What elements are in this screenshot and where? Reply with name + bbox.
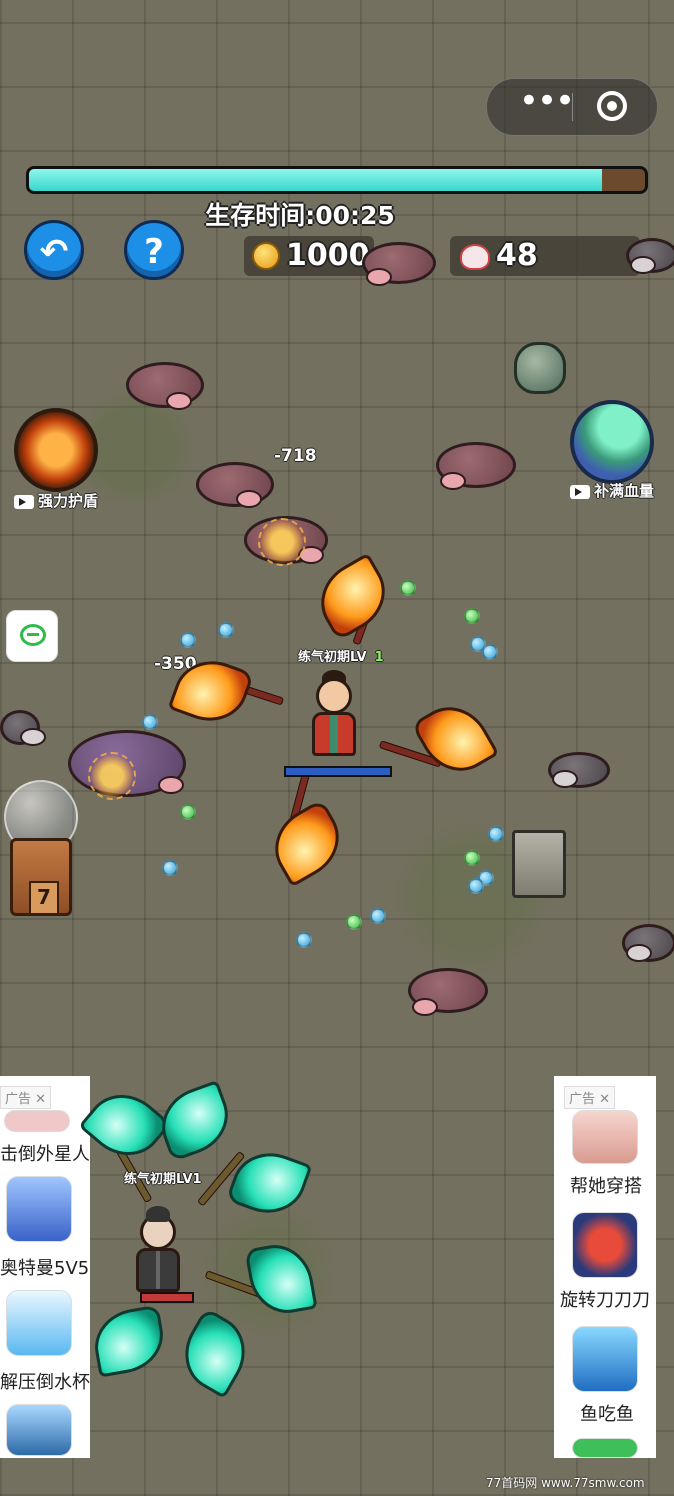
- shield-skill-label[interactable]: 强力护盾: [14, 490, 98, 511]
- ad-game-label[interactable]: 奥特曼5V5: [0, 1254, 89, 1280]
- wave-progress-fill: [29, 169, 602, 191]
- exp-gem: [464, 850, 480, 866]
- ad-game-label[interactable]: 鱼吃鱼: [580, 1400, 634, 1426]
- clay-jar[interactable]: [514, 342, 566, 394]
- ally-hp-bar: [140, 1292, 194, 1303]
- video-ad-icon: [570, 484, 590, 499]
- ad-game-icon[interactable]: [572, 1110, 638, 1164]
- exp-gem: [346, 914, 362, 930]
- exp-gem: [464, 608, 480, 624]
- shield-skill-icon[interactable]: [14, 408, 98, 492]
- exp-gem: [180, 804, 196, 820]
- kill-count: 48: [496, 238, 538, 273]
- heal-potion-icon[interactable]: [570, 400, 654, 484]
- skull-icon: [460, 244, 490, 270]
- close-icon[interactable]: ✕: [599, 1092, 610, 1107]
- ad-game-icon[interactable]: [6, 1290, 72, 1356]
- ad-game-label[interactable]: 帮她穿搭: [570, 1172, 642, 1198]
- survival-time: 生存时间:00:25: [205, 201, 395, 230]
- ally-level-label: 练气初期LV1: [124, 1172, 202, 1187]
- boar-enemy: [0, 700, 46, 750]
- ad-game-icon[interactable]: [572, 1212, 638, 1278]
- wave-progress-bar: [26, 166, 648, 194]
- ad-game-icon[interactable]: [6, 1404, 72, 1456]
- chest-count: 7: [29, 881, 59, 915]
- exp-gem: [142, 714, 158, 730]
- exp-gem: [162, 860, 178, 876]
- chat-button[interactable]: [6, 610, 58, 662]
- back-button[interactable]: ↶: [24, 220, 84, 280]
- ad-panel-right[interactable]: 广告 ✕ 帮她穿搭 旋转刀刀刀 鱼吃鱼: [554, 1076, 656, 1458]
- damage-number: -718: [274, 446, 317, 466]
- boar-enemy: [622, 914, 674, 968]
- exp-gem: [482, 644, 498, 660]
- ad-game-icon[interactable]: [4, 1110, 70, 1132]
- watermark: 77首码网 www.77smw.com: [486, 1476, 645, 1490]
- chat-bubble-line: [27, 633, 39, 636]
- close-icon[interactable]: ✕: [35, 1092, 46, 1107]
- help-pause-icon: ?: [144, 232, 164, 272]
- boar-enemy: [548, 742, 610, 794]
- back-arrow-icon: ↶: [39, 232, 69, 272]
- exp-gem: [180, 632, 196, 648]
- ad-game-label[interactable]: 解压倒水杯: [0, 1368, 90, 1394]
- ad-game-icon[interactable]: [572, 1326, 638, 1392]
- boar-enemy: [436, 432, 516, 498]
- ally-character: [130, 1206, 186, 1292]
- exp-gem: [218, 622, 234, 638]
- ad-game-icon[interactable]: [6, 1176, 72, 1242]
- boar-enemy: [126, 352, 204, 418]
- exp-gem: [370, 908, 386, 924]
- exp-gem: [488, 826, 504, 842]
- stone-tablet[interactable]: [512, 830, 566, 898]
- gold-amount: 1000: [286, 238, 370, 273]
- player-level-label: 练气初期LV 1: [298, 650, 384, 665]
- exp-gem: [400, 580, 416, 596]
- video-ad-icon: [14, 494, 34, 509]
- ad-tag: 广告 ✕: [0, 1086, 52, 1109]
- exp-gem: [468, 878, 484, 894]
- gold-counter: 1000: [244, 236, 374, 276]
- miniprogram-capsule: •••: [486, 78, 658, 136]
- target-icon[interactable]: [597, 91, 627, 121]
- kill-counter: 48: [450, 236, 640, 276]
- exp-gem: [296, 932, 312, 948]
- ad-tag: 广告 ✕: [564, 1086, 616, 1109]
- target-skull-icon: [88, 752, 136, 800]
- help-pause-button[interactable]: ?: [124, 220, 184, 280]
- player-hp-bar: [284, 766, 392, 777]
- boar-enemy: [626, 228, 674, 278]
- target-skull-icon: [258, 518, 306, 566]
- ad-panel-left[interactable]: 广告 ✕ 击倒外星人 奥特曼5V5 解压倒水杯: [0, 1076, 90, 1458]
- boar-enemy: [362, 232, 436, 292]
- capsule-divider: [572, 93, 573, 121]
- coin-icon: [252, 242, 280, 270]
- heal-skill-label[interactable]: 补满血量: [570, 480, 654, 501]
- boar-enemy: [408, 958, 488, 1022]
- more-dots-icon[interactable]: •••: [511, 84, 581, 123]
- player-character: [306, 670, 366, 762]
- ad-game-label[interactable]: 旋转刀刀刀: [560, 1286, 650, 1312]
- ad-game-label[interactable]: 击倒外星人: [0, 1140, 90, 1166]
- ad-game-icon[interactable]: [572, 1438, 638, 1458]
- treasure-chest[interactable]: 7: [10, 838, 72, 916]
